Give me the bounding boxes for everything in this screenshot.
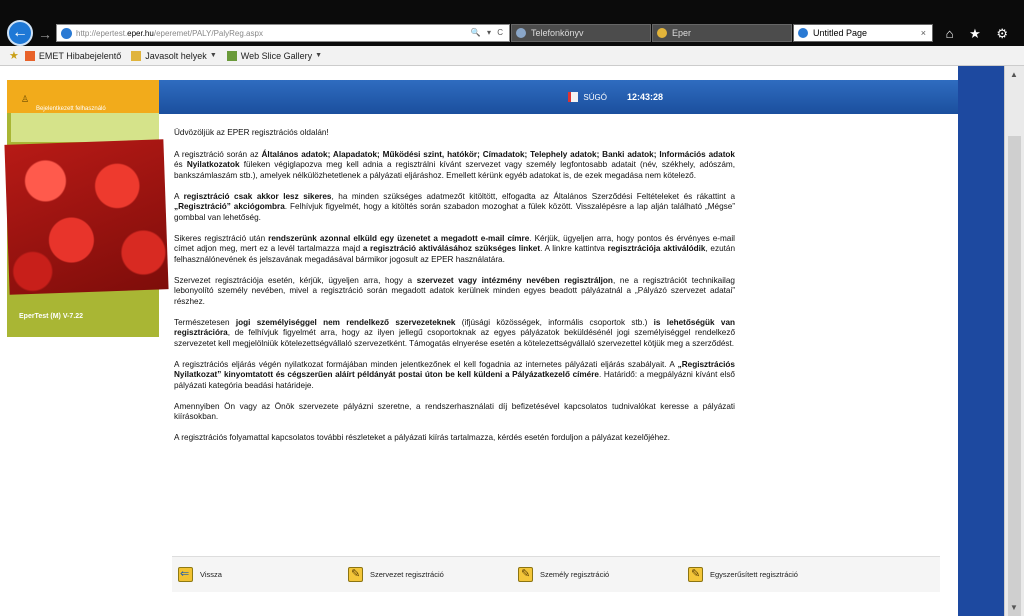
text: és — [174, 160, 187, 169]
info-paragraph: Amennyiben Ön vagy az Önök szervezete pá… — [174, 401, 735, 422]
strawberry-image — [4, 139, 169, 295]
address-tools-icon[interactable]: 🔍 ▾ C — [471, 28, 505, 37]
tab-label: Eper — [672, 28, 692, 38]
tab-label: Untitled Page — [813, 28, 868, 38]
edit-icon — [348, 567, 363, 582]
favorites-bar: ★ EMET Hibabejelentő Javasolt helyek ▼ W… — [0, 46, 1024, 66]
back-arrow-icon[interactable]: ← — [7, 20, 33, 46]
info-paragraph: Sikeres regisztráció után rendszerünk az… — [174, 234, 735, 266]
simple-reg-label: Egyszerűsített regisztráció — [710, 570, 798, 579]
info-paragraph: A regisztráció csak akkor lesz sikeres, … — [174, 192, 735, 224]
home-favorites-settings-icons[interactable]: ⌂ ★ ⚙ — [946, 26, 1014, 42]
vertical-scrollbar[interactable]: ▲ ▼ — [1004, 66, 1024, 616]
sidebar-panel: ♙ Bejelentkezett felhasználó EperTest (M… — [4, 80, 169, 337]
back-label: Vissza — [200, 570, 222, 579]
help-link[interactable]: SÚGÓ — [568, 92, 607, 102]
url-prefix: http://epertest. — [76, 28, 128, 38]
favorite-label: Javasolt helyek — [145, 50, 207, 61]
edit-icon — [688, 567, 703, 582]
favorite-label: Web Slice Gallery — [240, 50, 313, 61]
text: , ha minden szükséges adatmezőt kitöltöt… — [331, 191, 735, 201]
tab-favicon-icon — [657, 28, 667, 38]
logged-in-user-label: Bejelentkezett felhasználó — [36, 106, 106, 112]
person-registration-button[interactable]: Személy regisztráció — [512, 567, 682, 582]
bold-text: rendszerünk azonnal elküld egy üzenetet … — [268, 233, 530, 243]
favorites-star-icon[interactable]: ★ — [9, 49, 19, 62]
text: Szervezet regisztrációja esetén, kérjük,… — [174, 275, 417, 285]
info-paragraph: Szervezet regisztrációja esetén, kérjük,… — [174, 276, 735, 308]
clock: 12:43:28 — [626, 92, 663, 102]
bold-text: szervezet vagy intézmény nevében regiszt… — [416, 275, 613, 285]
welcome-heading: Üdvözöljük az EPER regisztrációs oldalán… — [174, 128, 329, 137]
web-slice-icon — [226, 50, 237, 61]
bold-text: jogi személyiséggel nem rendelkező szerv… — [235, 317, 456, 327]
bold-text: Általános adatok; Alapadatok; Működési s… — [261, 149, 736, 159]
tab-favicon-icon — [798, 28, 808, 38]
sidebar-light-band — [11, 113, 159, 142]
tab-favicon-icon — [516, 28, 526, 38]
text: Természetesen — [174, 317, 236, 327]
bold-text: regisztrációja aktiválódik — [607, 244, 706, 253]
close-tab-icon[interactable]: × — [921, 28, 926, 38]
info-paragraph: A regisztrációs folyamattal kapcsolatos … — [174, 433, 671, 442]
text: A — [174, 191, 184, 201]
scroll-down-icon[interactable]: ▼ — [1010, 603, 1018, 612]
tab-eper[interactable]: Eper — [652, 24, 792, 42]
person-reg-label: Személy regisztráció — [540, 570, 610, 579]
action-footer: Vissza Szervezet regisztráció Személy re… — [172, 556, 940, 592]
bold-text: Nyilatkozatok — [186, 160, 240, 169]
info-paragraph: Természetesen jogi személyiséggel nem re… — [174, 318, 735, 350]
favorite-label: EMET Hibabejelentő — [38, 50, 122, 61]
back-button[interactable]: Vissza — [172, 567, 342, 582]
text: (ifjúsági közösségek, informális csoport… — [455, 317, 654, 327]
page-header: SÚGÓ 12:43:28 — [159, 80, 958, 114]
text: . A linkre kattintva — [540, 244, 608, 253]
chevron-down-icon: ▼ — [209, 52, 217, 59]
favorite-suggested-sites[interactable]: Javasolt helyek ▼ — [131, 50, 217, 61]
forward-arrow-icon[interactable]: → — [38, 26, 52, 42]
url-path: /eperemet/PALY/PalyReg.aspx — [153, 28, 263, 38]
bold-text: „Regisztráció” akciógombra — [174, 202, 285, 211]
url-host: eper.hu — [127, 28, 154, 38]
edit-icon — [518, 567, 533, 582]
scrollbar-thumb[interactable] — [1008, 136, 1021, 616]
user-icon: ♙ — [21, 94, 30, 104]
scroll-up-icon[interactable]: ▲ — [1010, 70, 1018, 79]
tab-untitled-page[interactable]: Untitled Page × — [793, 24, 933, 42]
text: A regisztráció során az — [174, 149, 262, 159]
favorite-emet[interactable]: EMET Hibabejelentő — [24, 50, 122, 61]
right-gutter — [958, 66, 1004, 616]
text: füleken végiglapozva meg kell adnia a re… — [174, 160, 735, 180]
help-book-icon — [568, 92, 579, 102]
bold-text: a regisztráció aktiválásához szükséges l… — [362, 244, 541, 253]
back-icon — [178, 567, 193, 582]
address-bar[interactable]: http://epertest. eper.hu/eperemet/PALY/Pa… — [56, 24, 510, 42]
folder-icon — [131, 50, 142, 61]
simplified-registration-button[interactable]: Egyszerűsített regisztráció — [682, 567, 852, 582]
text: A regisztrációs eljárás végén nyilatkoza… — [174, 359, 678, 369]
ie-page-icon — [61, 27, 72, 39]
help-label: SÚGÓ — [583, 92, 607, 102]
organization-registration-button[interactable]: Szervezet regisztráció — [342, 567, 512, 582]
text: Sikeres regisztráció után — [174, 233, 269, 243]
chevron-down-icon: ▼ — [315, 52, 323, 59]
info-paragraph: A regisztrációs eljárás végén nyilatkoza… — [174, 360, 735, 392]
org-reg-label: Szervezet regisztráció — [370, 570, 444, 579]
bold-text: regisztráció csak akkor lesz sikeres — [183, 191, 332, 201]
app-version: EperTest (M) V-7.22 — [19, 313, 84, 320]
info-paragraph: A regisztráció során az Általános adatok… — [174, 150, 735, 182]
browser-chrome: ← → http://epertest. eper.hu/eperemet/PAL… — [0, 0, 1024, 46]
favorite-web-slice-gallery[interactable]: Web Slice Gallery ▼ — [226, 50, 323, 61]
registration-info-text: Üdvözöljük az EPER regisztrációs oldalán… — [174, 128, 735, 454]
tab-label: Telefonkönyv — [531, 28, 584, 38]
emet-icon — [24, 50, 35, 61]
tab-telefonkonyv[interactable]: Telefonkönyv — [511, 24, 651, 42]
text: , de felhívjuk figyelmét arra, hogy az i… — [174, 328, 735, 348]
